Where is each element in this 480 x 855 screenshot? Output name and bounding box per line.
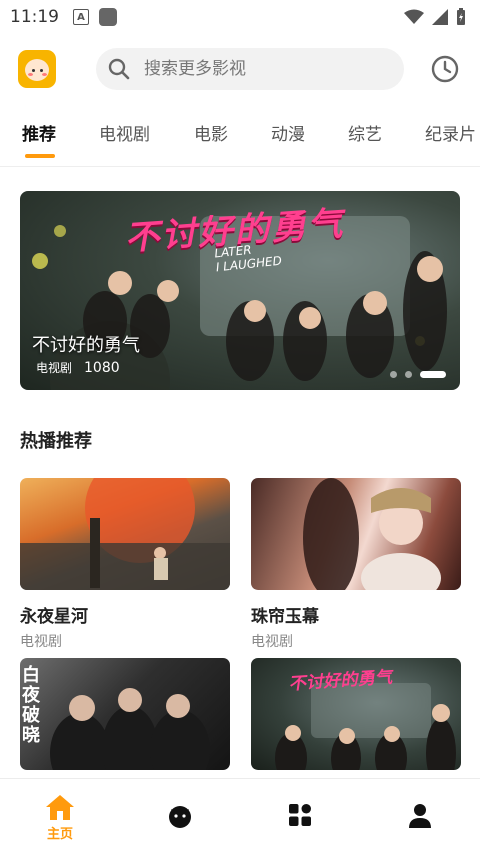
tab-recommend[interactable]: 推荐 xyxy=(22,120,56,145)
video-thumbnail[interactable] xyxy=(20,478,230,590)
search-bar[interactable] xyxy=(96,48,404,90)
tab-anime[interactable]: 动漫 xyxy=(271,120,305,145)
bottom-navigation: 主页 xyxy=(0,778,480,855)
top-header xyxy=(0,34,480,104)
status-time: 11:19 xyxy=(10,7,59,27)
nav-home-label: 主页 xyxy=(46,827,73,842)
status-bar: 11:19 A xyxy=(0,0,480,34)
notification-app-icon xyxy=(99,8,117,26)
tab-movies[interactable]: 电影 xyxy=(194,120,228,145)
user-icon xyxy=(409,804,431,828)
video-card[interactable]: 珠帘玉幕 电视剧 xyxy=(251,478,461,651)
video-category: 电视剧 xyxy=(251,634,293,650)
video-thumbnail[interactable] xyxy=(251,478,461,590)
thumbnail-art xyxy=(20,478,230,590)
mascot-icon xyxy=(169,806,191,828)
video-category: 电视剧 xyxy=(20,634,62,650)
wifi-icon xyxy=(404,9,424,24)
signal-icon xyxy=(432,9,448,25)
banner-title: 不讨好的勇气 xyxy=(32,335,140,356)
video-thumbnail[interactable]: 白夜破晓 xyxy=(20,658,230,770)
battery-icon xyxy=(457,8,465,25)
nav-mascot[interactable] xyxy=(160,803,200,829)
notification-a-icon: A xyxy=(73,9,89,25)
tab-documentary[interactable]: 纪录片 xyxy=(425,120,476,145)
thumbnail-art xyxy=(50,688,210,770)
video-card[interactable]: 不讨好的勇气 xyxy=(251,658,461,770)
carousel-dot[interactable] xyxy=(405,371,412,378)
nav-home[interactable]: 主页 xyxy=(40,793,80,842)
carousel-dot-active[interactable] xyxy=(420,371,446,378)
category-tabs: 推荐 电视剧 电影 动漫 综艺 纪录片 xyxy=(0,104,480,167)
carousel-dots xyxy=(390,371,446,378)
home-icon xyxy=(46,795,74,820)
search-icon xyxy=(108,58,130,80)
video-title: 珠帘玉幕 xyxy=(251,607,319,627)
search-input[interactable] xyxy=(142,58,366,80)
tab-tv-series[interactable]: 电视剧 xyxy=(99,120,150,145)
section-title-hot: 热播推荐 xyxy=(20,431,92,452)
banner-category: 电视剧 xyxy=(36,361,73,375)
grid-icon xyxy=(289,804,311,826)
banner-quality: 1080 xyxy=(84,360,120,376)
video-title: 永夜星河 xyxy=(20,607,88,627)
active-tab-indicator xyxy=(25,154,55,158)
video-card[interactable]: 永夜星河 电视剧 xyxy=(20,478,230,651)
nav-categories[interactable] xyxy=(280,803,320,827)
video-card[interactable]: 白夜破晓 xyxy=(20,658,230,770)
featured-banner[interactable]: 不讨好的勇气 LATER I LAUGHED 不讨好的勇气 电视剧 1080 xyxy=(20,191,460,390)
thumbnail-art xyxy=(303,478,441,590)
video-thumbnail[interactable]: 不讨好的勇气 xyxy=(251,658,461,770)
nav-profile[interactable] xyxy=(400,803,440,829)
tab-variety[interactable]: 综艺 xyxy=(348,120,382,145)
history-icon[interactable] xyxy=(430,54,460,84)
carousel-dot[interactable] xyxy=(390,371,397,378)
thumbnail-art-title: 白夜破晓 xyxy=(22,665,40,746)
app-logo[interactable] xyxy=(18,50,56,88)
banner-meta: 电视剧 1080 xyxy=(36,359,120,376)
